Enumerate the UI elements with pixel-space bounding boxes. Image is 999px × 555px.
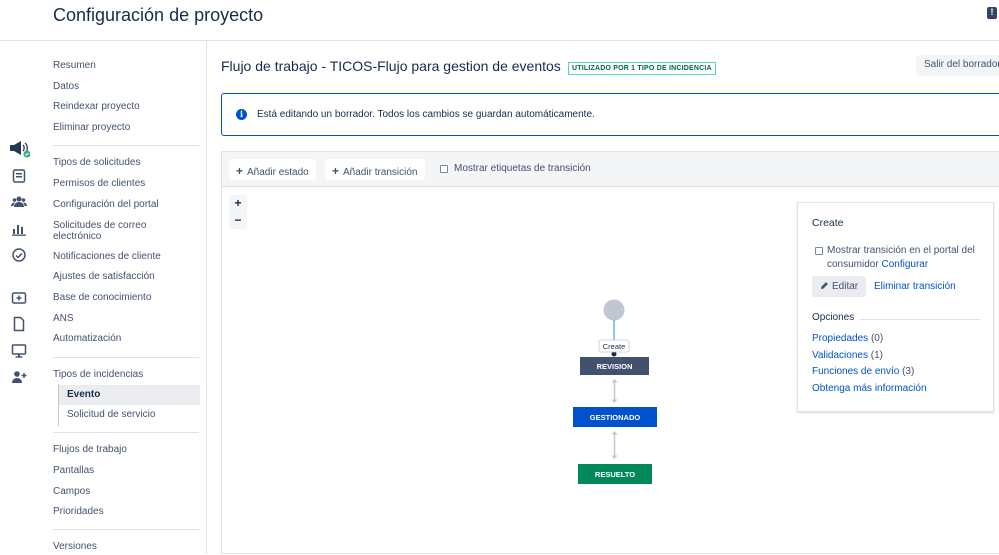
post-functions-count: (3) — [902, 366, 915, 377]
divider — [53, 432, 199, 433]
show-in-portal-label: Mostrar transición en el portal del cons… — [827, 244, 987, 272]
sla-icon[interactable] — [11, 247, 27, 263]
pencil-icon — [820, 281, 829, 293]
info-icon: i — [236, 109, 247, 120]
add-person-icon[interactable] — [11, 369, 27, 385]
panel-title: Create — [812, 217, 844, 229]
sidebar-item-delete-project[interactable]: Eliminar proyecto — [53, 122, 193, 134]
arrow-down-icon — [611, 399, 618, 403]
validators-link[interactable]: Validaciones — [812, 350, 868, 361]
page-title: Configuración de proyecto — [53, 5, 264, 25]
post-functions-link[interactable]: Funciones de envío — [812, 366, 899, 377]
option-post-functions: Funciones de envío (3) — [812, 366, 914, 377]
properties-count: (0) — [870, 333, 884, 344]
sidebar-item-automation[interactable]: Automatización — [53, 333, 193, 345]
sidebar-item-request-types[interactable]: Tipos de solicitudes — [53, 157, 193, 169]
workflow-title: Flujo de trabajo - TICOS-Flujo para gest… — [221, 58, 561, 74]
sidebar-item-screens[interactable]: Pantallas — [53, 465, 193, 477]
exit-draft-button[interactable]: Salir del borrador — [916, 55, 999, 76]
sidebar-item-issue-types[interactable]: Tipos de incidencias — [53, 369, 193, 381]
divider — [53, 145, 199, 146]
sidebar-item-customer-permissions[interactable]: Permisos de clientes — [53, 178, 193, 190]
sidebar-item-customer-notifications[interactable]: Notificaciones de cliente — [53, 251, 193, 263]
sidebar-item-evento[interactable]: Evento — [67, 389, 100, 401]
learn-more-link[interactable]: Obtenga más información — [812, 383, 927, 394]
feedback-icon[interactable]: ! — [987, 7, 997, 19]
transition-label: Create — [603, 342, 626, 351]
option-properties: Propiedades (0) — [812, 333, 883, 344]
validators-count: (1) — [870, 350, 883, 361]
initial-node[interactable] — [603, 299, 625, 321]
customers-icon[interactable] — [11, 194, 27, 210]
properties-link[interactable]: Propiedades — [812, 333, 868, 344]
options-title: Opciones — [812, 312, 855, 323]
divider — [53, 357, 199, 358]
transition-properties-panel: Create Mostrar transición en el portal d… — [797, 202, 994, 412]
queue-icon[interactable] — [11, 168, 27, 184]
arrow-up-icon — [611, 379, 618, 383]
add-issue-icon[interactable] — [11, 290, 27, 306]
configure-link[interactable]: Configurar — [881, 259, 928, 270]
draft-info-banner: i Está editando un borrador. Todos los c… — [221, 93, 999, 136]
show-in-portal-checkbox[interactable] — [815, 247, 823, 255]
workflow-designer: + Añadir estado + Añadir transición Mostra… — [221, 151, 999, 554]
megaphone-icon[interactable] — [8, 140, 30, 158]
delete-transition-link[interactable]: Eliminar transición — [874, 281, 956, 292]
usage-badge[interactable]: UTILIZADO POR 1 TIPO DE INCIDENCIA — [568, 62, 716, 75]
icon-rail — [0, 41, 40, 554]
status-resuelto-label: RESUELTO — [595, 470, 635, 479]
arrow-down-icon — [611, 455, 618, 459]
sidebar-item-satisfaction[interactable]: Ajustes de satisfacción — [53, 271, 193, 283]
sidebar-item-sla[interactable]: ANS — [53, 313, 193, 325]
status-revision-label: REVISION — [597, 362, 633, 371]
page-icon[interactable] — [11, 316, 27, 332]
sidebar-item-resumen[interactable]: Resumen — [53, 60, 193, 72]
arrow-up-icon — [611, 431, 618, 435]
sidebar-item-reindex[interactable]: Reindexar proyecto — [53, 101, 193, 113]
sidebar-item-portal-settings[interactable]: Configuración del portal — [53, 199, 193, 211]
sidebar: Resumen Datos Reindexar proyecto Elimina… — [40, 41, 207, 554]
sidebar-item-knowledge-base[interactable]: Base de conocimiento — [53, 292, 193, 304]
sidebar-item-workflows[interactable]: Flujos de trabajo — [53, 444, 193, 456]
option-validators: Validaciones (1) — [812, 350, 883, 361]
sidebar-item-versions[interactable]: Versiones — [53, 541, 193, 553]
edit-button[interactable]: Editar — [812, 276, 867, 297]
status-gestionado-label: GESTIONADO — [590, 413, 641, 422]
sidebar-item-service-request[interactable]: Solicitud de servicio — [67, 409, 155, 421]
divider — [53, 529, 199, 530]
info-message: Está editando un borrador. Todos los cam… — [257, 109, 595, 120]
monitor-icon[interactable] — [11, 343, 27, 359]
option-learn-more: Obtenga más información — [812, 383, 927, 394]
edit-button-label: Editar — [832, 281, 859, 292]
top-bar: Configuración de proyecto ! — [0, 0, 999, 41]
sidebar-item-email-requests[interactable]: Solicitudes de correo electrónico — [53, 220, 163, 242]
reports-icon[interactable] — [11, 221, 27, 237]
main-content: Flujo de trabajo - TICOS-Flujo para gest… — [207, 41, 999, 554]
sidebar-item-priorities[interactable]: Prioridades — [53, 506, 193, 518]
options-divider — [860, 319, 980, 320]
sidebar-item-fields[interactable]: Campos — [53, 486, 193, 498]
sidebar-item-datos[interactable]: Datos — [53, 81, 193, 93]
